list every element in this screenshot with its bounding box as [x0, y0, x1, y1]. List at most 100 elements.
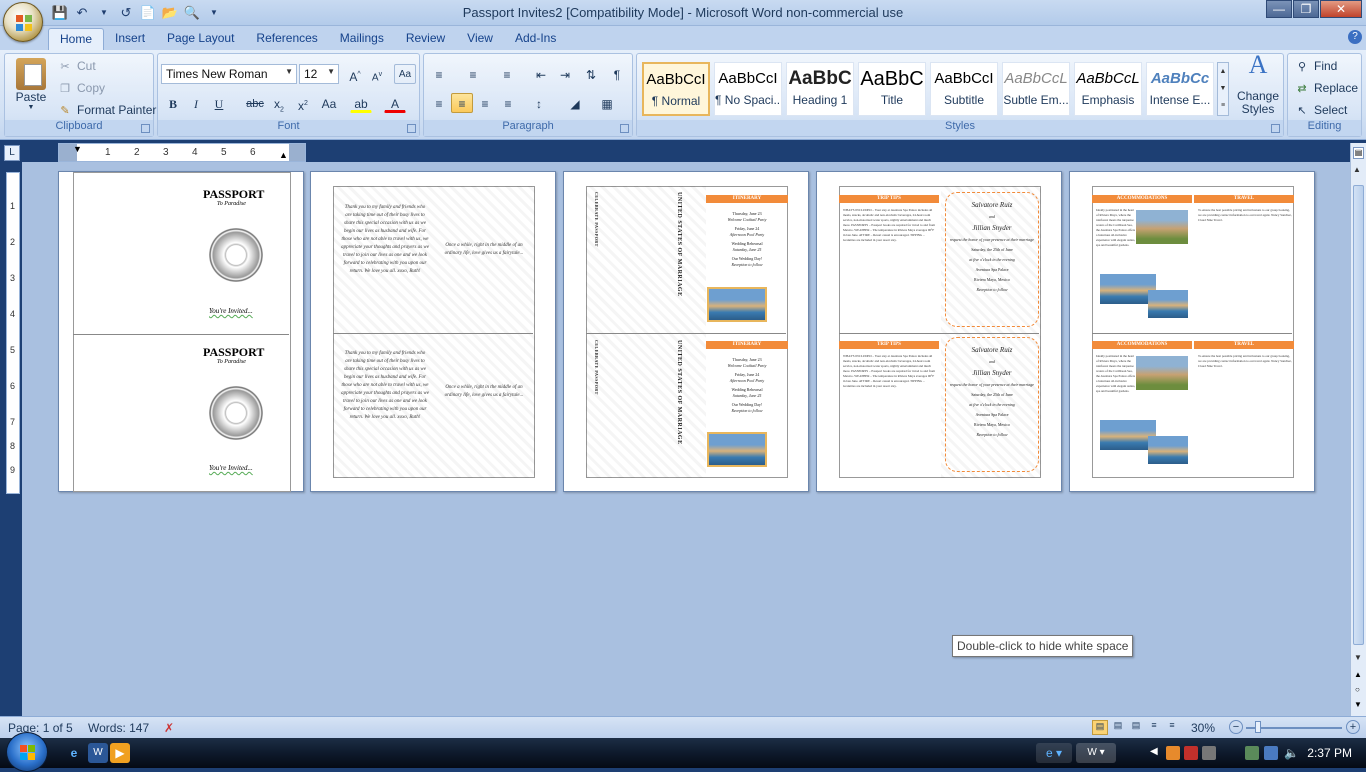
show-formatting-marks-button[interactable]: ¶ [606, 64, 628, 84]
style-normal[interactable]: AaBbCcI ¶ Normal [642, 62, 710, 116]
align-left-button[interactable]: ≡ [428, 93, 450, 113]
format-painter-button[interactable]: ✎ Format Painter [57, 103, 156, 119]
styles-gallery-scroll[interactable]: ▲ ▼ ≡ [1217, 62, 1229, 116]
sort-button[interactable]: ⇅ [580, 64, 602, 84]
bold-button[interactable]: B [162, 93, 184, 113]
ruler-toggle-icon[interactable]: ▤ [1353, 147, 1364, 159]
office-button[interactable] [3, 2, 43, 42]
style-subtle-emphasis[interactable]: AaBbCcL Subtle Em... [1002, 62, 1070, 116]
document-page-1[interactable]: PASSPORT To Paradise You're Invited... P… [58, 171, 304, 492]
italic-button[interactable]: I [185, 93, 207, 113]
previous-page-icon[interactable]: ▲ [1354, 670, 1362, 679]
select-button[interactable]: ↖ Select [1294, 103, 1347, 119]
draft-icon[interactable]: ≡ [1164, 720, 1180, 735]
print-layout-icon[interactable]: ▤ [1092, 720, 1108, 735]
word-icon[interactable]: W [88, 743, 108, 763]
full-screen-reading-icon[interactable]: ▤ [1110, 720, 1126, 735]
font-size-combo[interactable]: 12 ▼ [299, 64, 339, 84]
internet-explorer-icon[interactable]: e [64, 743, 84, 763]
paste-button[interactable]: Paste ▼ [11, 58, 51, 111]
strikethrough-button[interactable]: abc [244, 93, 266, 113]
styles-launcher-icon[interactable] [1271, 124, 1280, 133]
style-heading-1[interactable]: AaBbC Heading 1 [786, 62, 854, 116]
tab-mailings[interactable]: Mailings [329, 28, 395, 50]
find-button[interactable]: ⚲ Find [1294, 59, 1337, 75]
clipboard-launcher-icon[interactable] [141, 124, 150, 133]
shrink-font-button[interactable]: Av [366, 64, 388, 84]
minimize-button[interactable]: — [1266, 0, 1292, 18]
scroll-down-icon[interactable]: ▼ [1354, 653, 1362, 662]
bullets-button[interactable]: ≡ [428, 64, 450, 84]
numbering-button[interactable]: ≡ [462, 64, 484, 84]
browse-object-icon[interactable]: ○ [1355, 685, 1360, 694]
paragraph-launcher-icon[interactable] [620, 124, 629, 133]
tray-expand-icon[interactable]: ◀ [1150, 746, 1164, 760]
tab-page-layout[interactable]: Page Layout [156, 28, 245, 50]
outline-icon[interactable]: ≡ [1146, 720, 1162, 735]
tab-home[interactable]: Home [48, 28, 105, 50]
tab-add-ins[interactable]: Add-Ins [504, 28, 567, 50]
replace-button[interactable]: ⇄ Replace [1294, 81, 1358, 97]
tab-selector-button[interactable]: L [4, 145, 20, 161]
align-right-button[interactable]: ≡ [474, 93, 496, 113]
shading-button[interactable]: ◢ [564, 93, 586, 113]
zoom-out-icon[interactable]: − [1229, 720, 1243, 734]
start-button[interactable] [6, 732, 48, 772]
tray-monitor-icon[interactable] [1264, 746, 1278, 760]
clear-formatting-button[interactable]: Aa [394, 64, 416, 84]
zoom-in-icon[interactable]: + [1346, 720, 1360, 734]
tab-references[interactable]: References [245, 28, 328, 50]
restore-button[interactable]: ❐ [1293, 0, 1319, 18]
change-styles-button[interactable]: A Change Styles [1235, 52, 1281, 116]
document-page-2[interactable]: Thank you to my family and friends who a… [310, 171, 556, 492]
justify-button[interactable]: ≡ [497, 93, 519, 113]
taskbar-clock[interactable]: 2:37 PM [1307, 746, 1352, 760]
document-page-3[interactable]: CELEBRATE PASSPORT UNITED STATES OF MARR… [563, 171, 809, 492]
word-taskbar-button[interactable]: W ▾ [1076, 743, 1116, 763]
style-emphasis[interactable]: AaBbCcL Emphasis [1074, 62, 1142, 116]
vertical-scrollbar[interactable]: ▤ ▲ ▼ ▲ ○ ▼ [1350, 143, 1366, 716]
increase-indent-button[interactable]: ⇥ [554, 64, 576, 84]
cut-button[interactable]: ✂ Cut [57, 59, 95, 75]
line-spacing-button[interactable]: ↕ [528, 93, 550, 113]
tray-app-icon[interactable] [1166, 746, 1180, 760]
indent-marker-icon[interactable]: ▼ [73, 144, 82, 154]
media-player-icon[interactable]: ▶ [110, 743, 130, 763]
highlight-button[interactable]: ab [350, 93, 372, 113]
change-case-button[interactable]: Aa [318, 93, 340, 113]
close-button[interactable]: ✕ [1320, 0, 1362, 18]
zoom-level[interactable]: 30% [1191, 721, 1215, 735]
tray-device-icon[interactable] [1202, 746, 1216, 760]
font-launcher-icon[interactable] [407, 124, 416, 133]
style-title[interactable]: AaBbC Title [858, 62, 926, 116]
scrollbar-thumb[interactable] [1353, 185, 1364, 645]
superscript-button[interactable]: x2 [292, 93, 314, 113]
zoom-slider-thumb[interactable] [1255, 721, 1261, 733]
document-page-4[interactable]: TRIP TIPS WHAT'S INCLUDED – Your stay at… [816, 171, 1062, 492]
vertical-ruler[interactable]: 1 2 3 4 5 6 7 8 9 [6, 172, 20, 494]
tab-view[interactable]: View [456, 28, 504, 50]
document-page-5[interactable]: ACCOMMODATIONS TRAVEL Ideally positioned… [1069, 171, 1315, 492]
underline-button[interactable]: U [208, 93, 230, 113]
style-intense-emphasis[interactable]: AaBbCc Intense E... [1146, 62, 1214, 116]
tray-volume-icon[interactable]: 🔈 [1284, 746, 1299, 760]
copy-button[interactable]: ❐ Copy [57, 81, 105, 97]
horizontal-ruler[interactable]: 1 2 3 4 5 6 ▼ ▲ [58, 143, 306, 162]
tab-insert[interactable]: Insert [104, 28, 156, 50]
tray-network-icon[interactable] [1245, 746, 1259, 760]
right-indent-marker-icon[interactable]: ▲ [279, 150, 288, 160]
align-center-button[interactable]: ≡ [451, 93, 473, 113]
help-icon[interactable]: ? [1348, 30, 1362, 44]
font-color-button[interactable]: A [384, 93, 406, 113]
tray-pdf-icon[interactable] [1184, 746, 1198, 760]
next-page-icon[interactable]: ▼ [1354, 700, 1362, 709]
grow-font-button[interactable]: A^ [344, 64, 366, 84]
multilevel-list-button[interactable]: ≡ [496, 64, 518, 84]
decrease-indent-button[interactable]: ⇤ [530, 64, 552, 84]
ie-taskbar-button[interactable]: e ▾ [1036, 743, 1072, 763]
subscript-button[interactable]: x2 [268, 93, 290, 113]
web-layout-icon[interactable]: ▤ [1128, 720, 1144, 735]
tab-review[interactable]: Review [395, 28, 456, 50]
proofing-icon[interactable]: ✗ [164, 721, 174, 735]
word-count[interactable]: Words: 147 [88, 721, 149, 735]
